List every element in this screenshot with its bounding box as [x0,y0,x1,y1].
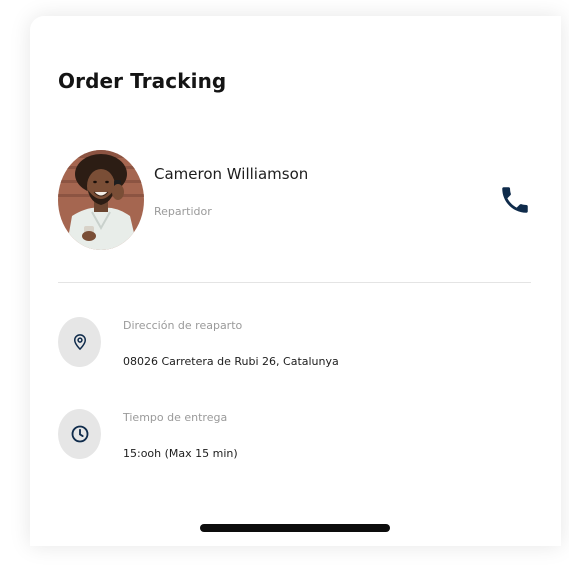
home-indicator[interactable] [200,524,390,532]
order-tracking-card: Order Tracking Cameron Williamson Repart… [30,16,561,546]
time-icon-badge [58,409,101,459]
delivery-time-value: 15:ooh (Max 15 min) [123,447,238,460]
clock-icon [71,425,88,443]
phone-icon [502,187,528,213]
call-courier-button[interactable] [498,181,532,219]
courier-role: Repartidor [154,205,212,218]
location-pin-icon [73,334,86,351]
courier-name: Cameron Williamson [154,165,309,183]
address-label: Dirección de reaparto [123,319,243,332]
section-divider [58,282,531,283]
address-value: 08026 Carretera de Rubi 26, Catalunya [123,355,339,368]
delivery-time-label: Tiempo de entrega [123,411,228,424]
courier-avatar [58,150,144,250]
page-title: Order Tracking [58,69,227,93]
address-icon-badge [58,317,101,367]
